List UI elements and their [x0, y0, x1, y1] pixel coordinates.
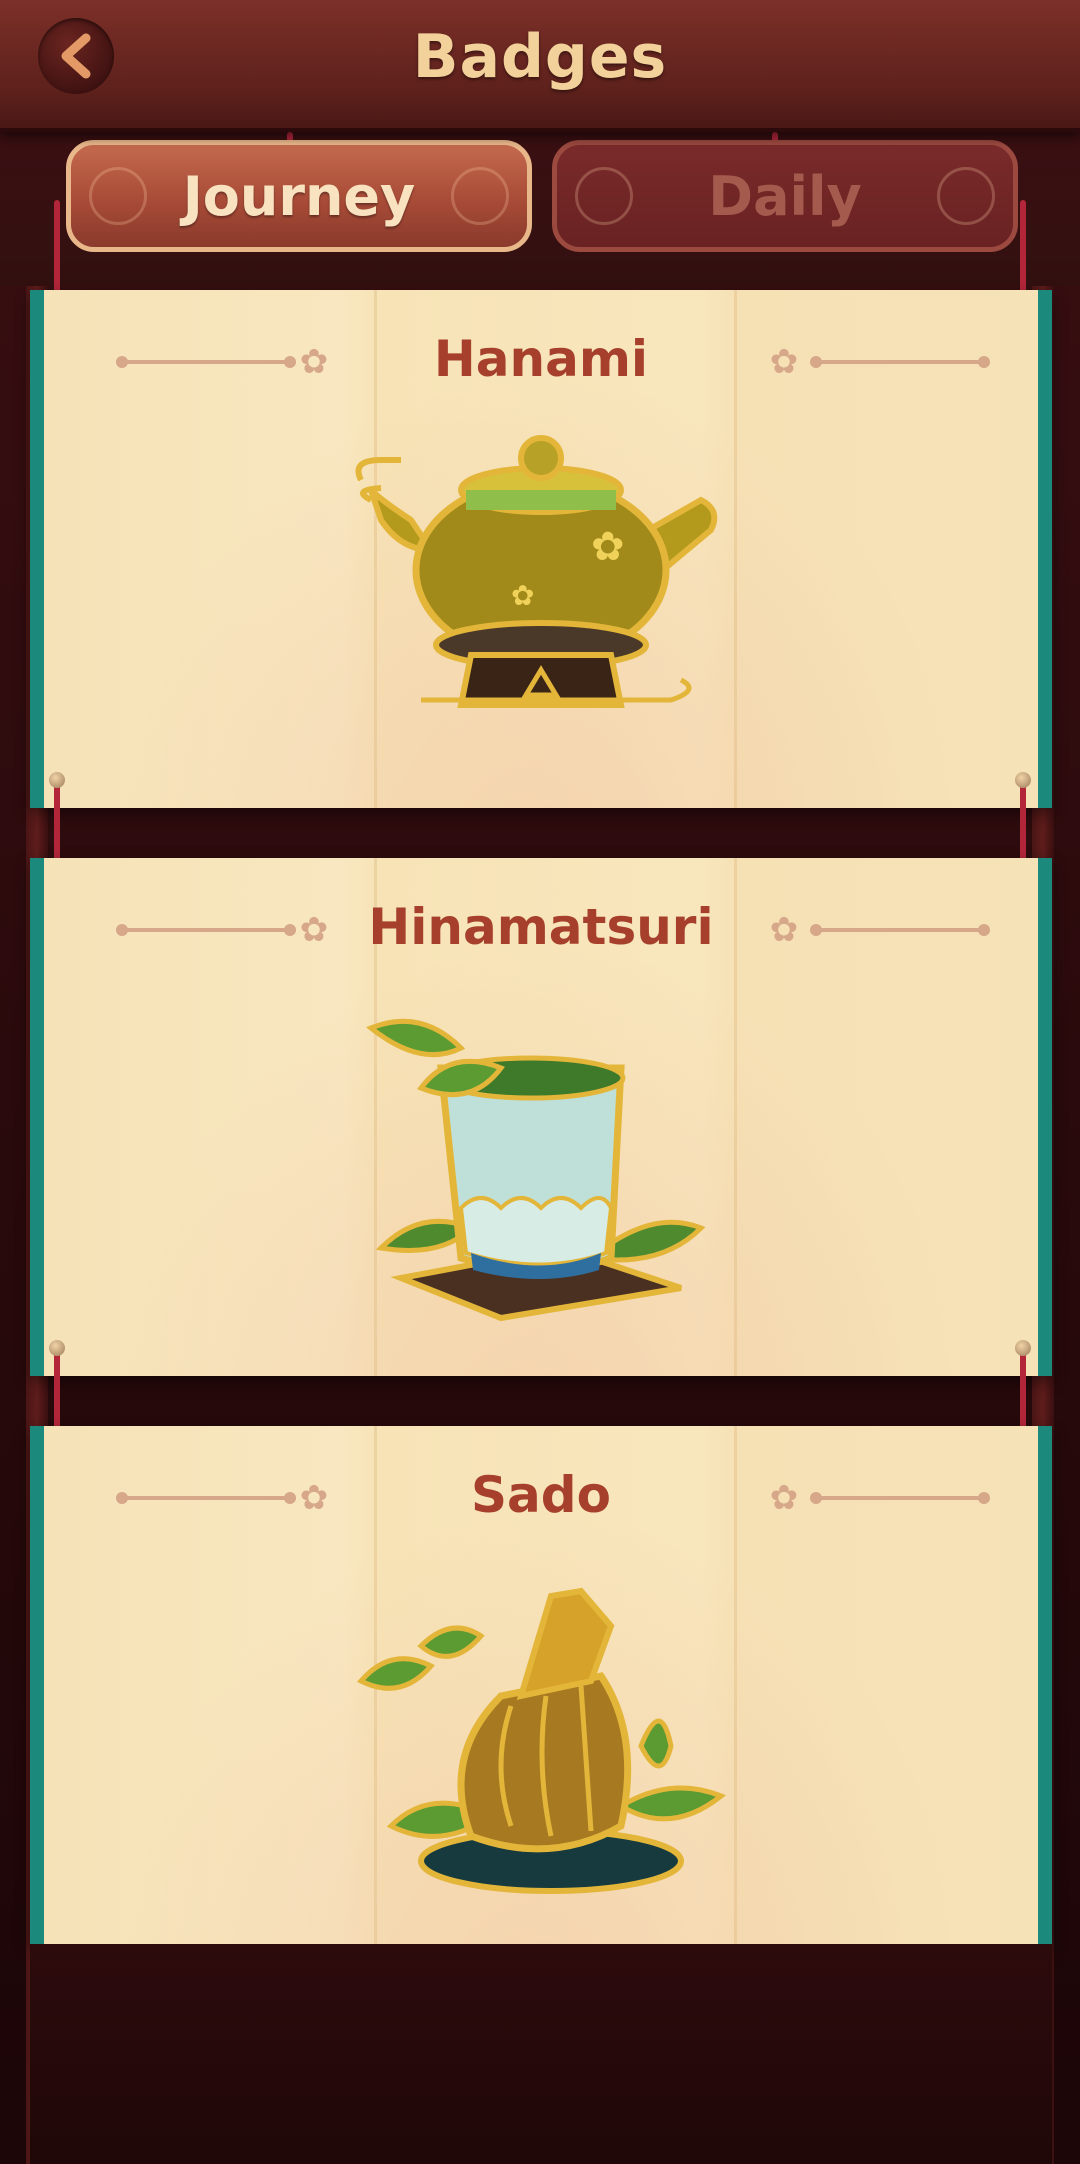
tab-journey-label: Journey: [182, 164, 416, 228]
teapot-badge-icon: ✿ ✿: [355, 435, 718, 708]
badge-title: Sado: [471, 1466, 611, 1524]
svg-text:✿: ✿: [511, 579, 534, 612]
ornament-icon: [451, 167, 509, 225]
card-pin: [49, 1340, 65, 1356]
tea-whisk-badge-icon: [357, 1587, 726, 1894]
ornament-icon: [575, 167, 633, 225]
header-bar: Badges: [0, 0, 1080, 132]
card-pin: [1015, 772, 1031, 788]
tab-daily-label: Daily: [708, 164, 862, 228]
page-title: Badges: [412, 22, 668, 92]
ornament-icon: [937, 167, 995, 225]
badge-card-hinamatsuri[interactable]: ✿ ✿ Hinamatsuri: [30, 858, 1052, 1376]
badge-title: Hinamatsuri: [368, 898, 714, 956]
bottom-empty-area: [30, 1944, 1052, 2164]
card-pin: [49, 772, 65, 788]
badge-card-hanami[interactable]: ✿ ✿ Hanami ✿ ✿: [30, 290, 1052, 808]
svg-text:✿: ✿: [591, 524, 625, 570]
card-pin: [1015, 1340, 1031, 1356]
tab-journey[interactable]: Journey: [66, 140, 532, 252]
tab-daily[interactable]: Daily: [552, 140, 1018, 252]
tea-cup-badge-icon: [366, 1018, 706, 1322]
badge-title: Hanami: [433, 330, 649, 388]
ornament-icon: [89, 167, 147, 225]
badge-card-sado[interactable]: ✿ ✿ Sado: [30, 1426, 1052, 1944]
